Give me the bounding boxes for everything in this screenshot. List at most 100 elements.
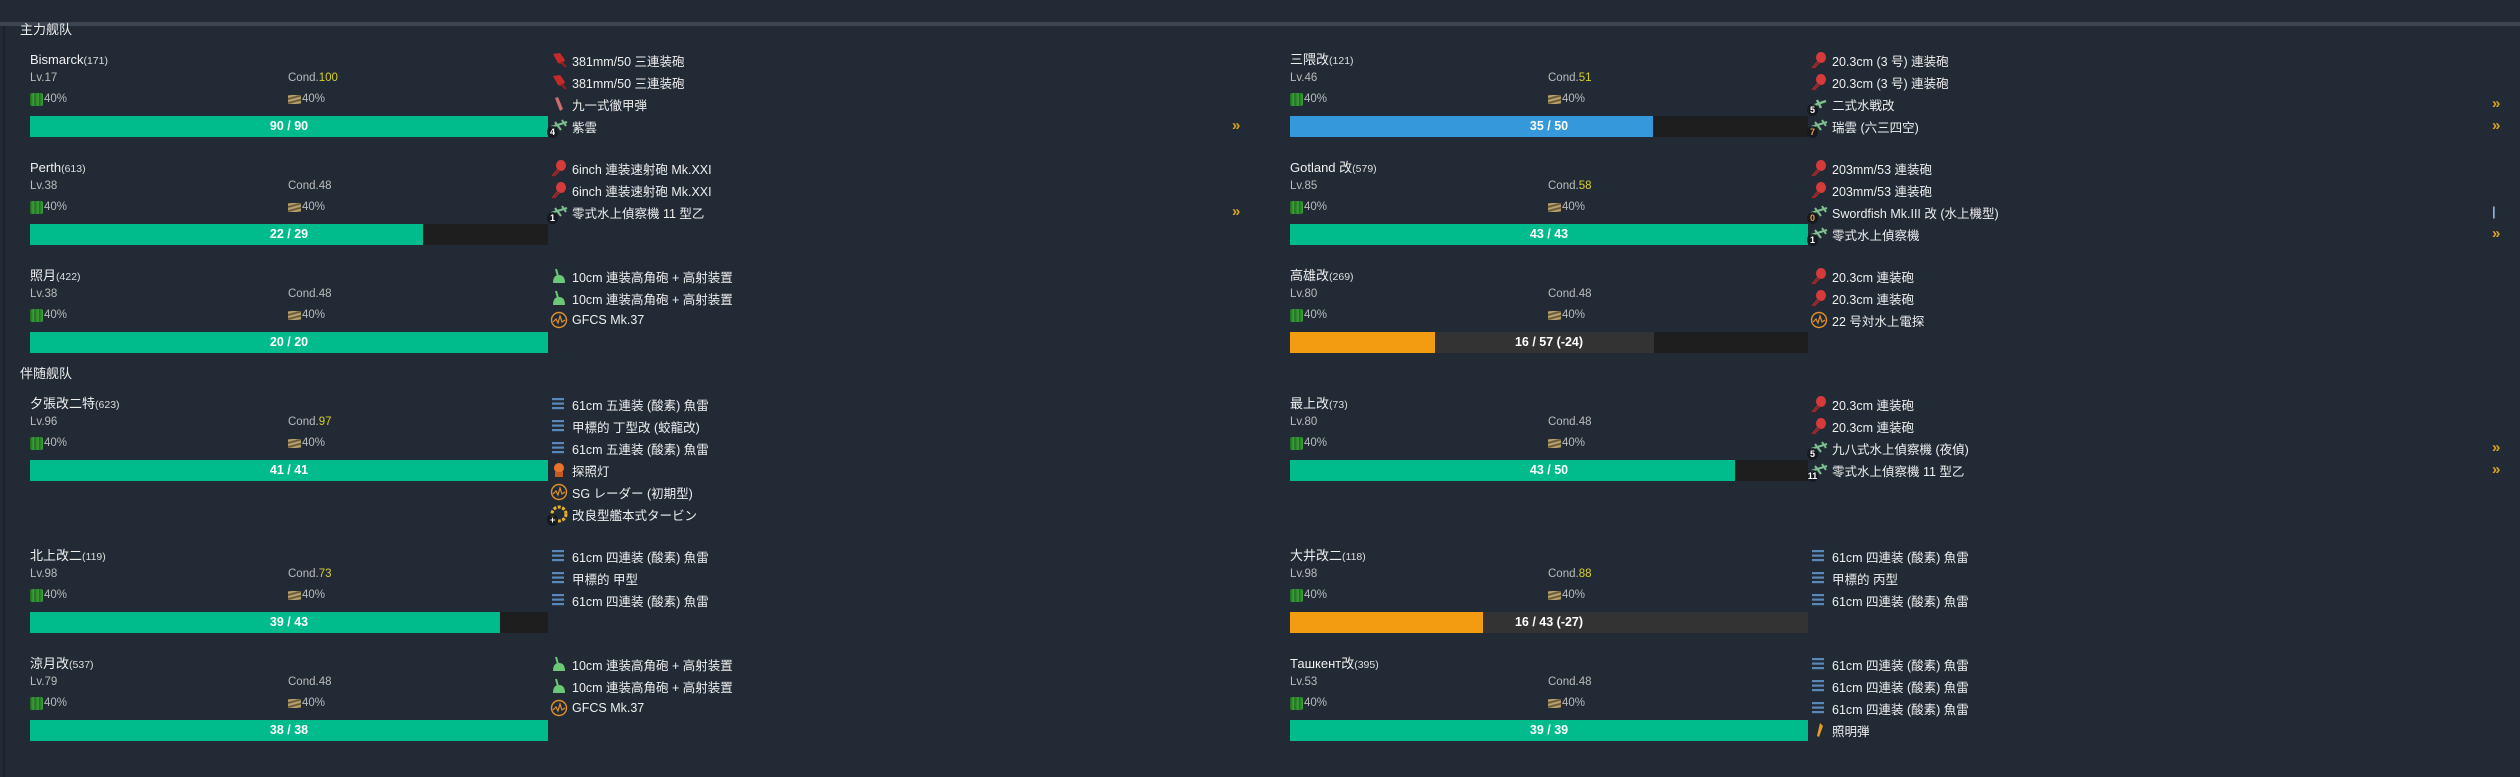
- proficiency-icon: »: [1232, 203, 1241, 220]
- equipment-item[interactable]: 10cm 連装高角砲 + 高射装置: [550, 287, 733, 309]
- fleet-row: Bismarck(171) Lv.17 Cond.100 40% 40% 90 / 90»…: [0, 49, 2520, 157]
- equipment-item[interactable]: SG レーダー (初期型): [550, 481, 709, 503]
- equipment-item[interactable]: 20.3cm 連装砲: [1810, 393, 1969, 415]
- ship-name-text: 涼月改: [30, 656, 70, 671]
- equipment-item[interactable]: 6inch 連装速射砲 Mk.XXI: [550, 157, 712, 179]
- equipment-item[interactable]: 20.3cm 連装砲: [1810, 287, 1924, 309]
- hp-bar: 43 / 43: [1290, 224, 1808, 245]
- torpedo-icon: [550, 591, 568, 609]
- ship-id: (537): [69, 659, 94, 671]
- equipment-name: 61cm 五連装 (酸素) 魚雷: [572, 442, 709, 457]
- equipment-name: 照明弾: [1832, 724, 1870, 739]
- medium-gun-icon: [1810, 267, 1828, 285]
- equipment-item[interactable]: 1 零式水上偵察機: [1807, 223, 1999, 246]
- ammo-icon: [1548, 438, 1561, 448]
- equipment-item[interactable]: 61cm 四連装 (酸素) 魚雷: [550, 589, 709, 611]
- equipment-list: 61cm 四連装 (酸素) 魚雷 甲標的 丙型 61cm 四連装 (酸素) 魚雷: [1810, 545, 1969, 611]
- equipment-item[interactable]: 61cm 四連装 (酸素) 魚雷: [1810, 545, 1969, 567]
- aa-gun-icon: [550, 677, 568, 695]
- equipment-item[interactable]: 0 Swordfish Mk.III 改 (水上機型): [1807, 201, 1999, 224]
- equipment-item[interactable]: 照明弾: [1810, 719, 1969, 741]
- cond-label: Cond.: [1548, 288, 1579, 300]
- cond-label: Cond.: [1548, 180, 1579, 192]
- fuel-value: 40%: [1304, 201, 1328, 213]
- equipment-item[interactable]: 203mm/53 連装砲: [1810, 179, 1999, 201]
- equipment-item[interactable]: 甲標的 丁型改 (蛟龍改): [550, 415, 709, 437]
- fuel-icon: [30, 308, 43, 322]
- equipment-item[interactable]: 381mm/50 三連装砲: [550, 49, 685, 71]
- fuel-icon: [30, 588, 43, 602]
- equipment-item[interactable]: 61cm 五連装 (酸素) 魚雷: [550, 437, 709, 459]
- hp-text: 20 / 20: [269, 335, 309, 349]
- ammo-status: 40%: [1548, 307, 1585, 323]
- equipment-item[interactable]: 10cm 連装高角砲 + 高射装置: [550, 653, 733, 675]
- equipment-item[interactable]: 61cm 四連装 (酸素) 魚雷: [550, 545, 709, 567]
- ship-level: Lv.46: [1290, 72, 1318, 84]
- equipment-item[interactable]: 20.3cm 連装砲: [1810, 415, 1969, 437]
- turbine-icon: +: [547, 505, 568, 526]
- equipment-item[interactable]: 1 零式水上偵察機 11 型乙: [547, 201, 712, 224]
- slot-count: +: [547, 514, 558, 526]
- equipment-item[interactable]: 10cm 連装高角砲 + 高射装置: [550, 675, 733, 697]
- equipment-item[interactable]: 61cm 四連装 (酸素) 魚雷: [1810, 653, 1969, 675]
- ammo-icon: [1548, 94, 1561, 104]
- equipment-item[interactable]: 探照灯: [550, 459, 709, 481]
- equipment-item[interactable]: 4 紫雲: [547, 115, 685, 138]
- equipment-item[interactable]: 61cm 四連装 (酸素) 魚雷: [1810, 589, 1969, 611]
- equipment-name: 203mm/53 連装砲: [1832, 162, 1933, 177]
- equipment-item[interactable]: 10cm 連装高角砲 + 高射装置: [550, 265, 733, 287]
- fuel-icon: [1290, 436, 1303, 450]
- equipment-item[interactable]: 九一式徹甲弾: [550, 93, 685, 115]
- hp-text: 43 / 43: [1529, 227, 1569, 241]
- equipment-item[interactable]: GFCS Mk.37: [550, 309, 733, 331]
- equipment-item[interactable]: 5 九八式水上偵察機 (夜偵): [1807, 437, 1969, 460]
- hp-bar: 20 / 20: [30, 332, 548, 353]
- equipment-item[interactable]: 甲標的 丙型: [1810, 567, 1969, 589]
- seaplane-icon: 4: [547, 117, 568, 138]
- fuel-status: 40%: [30, 695, 67, 711]
- ship-id: (171): [83, 55, 108, 67]
- equipment-item[interactable]: 22 号対水上電探: [1810, 309, 1924, 331]
- ship-condition: Cond.58: [1548, 179, 1591, 193]
- ship-level: Lv.38: [30, 288, 58, 300]
- ammo-status: 40%: [1548, 587, 1585, 603]
- hp-bar: 16 / 43 (-27): [1290, 612, 1808, 633]
- fleet-section: 伴随舰队 夕張改二特(623) Lv.96 Cond.97 40% 40% 41 / 41 6…: [0, 366, 2520, 761]
- fleet-title: 主力舰队: [20, 22, 73, 37]
- equipment-item[interactable]: 甲標的 甲型: [550, 567, 709, 589]
- equipment-item[interactable]: 61cm 四連装 (酸素) 魚雷: [1810, 675, 1969, 697]
- equipment-item[interactable]: 20.3cm 連装砲: [1810, 265, 1924, 287]
- equipment-item[interactable]: 203mm/53 連装砲: [1810, 157, 1999, 179]
- fuel-status: 40%: [1290, 435, 1327, 451]
- equipment-item[interactable]: GFCS Mk.37: [550, 697, 733, 719]
- ship-condition: Cond.48: [1548, 675, 1591, 689]
- equipment-item[interactable]: 61cm 五連装 (酸素) 魚雷: [550, 393, 709, 415]
- equipment-item[interactable]: 20.3cm (3 号) 連装砲: [1810, 71, 1949, 93]
- aa-gun-icon: [550, 267, 568, 285]
- ship-name-text: Gotland 改: [1290, 160, 1353, 175]
- equipment-item[interactable]: + 改良型艦本式タービン: [547, 503, 709, 526]
- cond-label: Cond.: [1548, 416, 1579, 428]
- equipment-item[interactable]: 11 零式水上偵察機 11 型乙: [1807, 459, 1969, 482]
- equipment-list: 20.3cm 連装砲 20.3cm 連装砲 5 九八式水上偵察機 (夜偵) 11 零式水上…: [1807, 393, 1969, 482]
- ship-id: (623): [95, 399, 120, 411]
- hp-bar: 22 / 29: [30, 224, 548, 245]
- radar-icon: [550, 483, 568, 501]
- equipment-item[interactable]: 7 瑞雲 (六三四空): [1807, 115, 1949, 138]
- equipment-name: 20.3cm 連装砲: [1832, 292, 1914, 307]
- equipment-name: 探照灯: [572, 464, 610, 479]
- ammo-icon: [1548, 698, 1561, 708]
- equipment-item[interactable]: 20.3cm (3 号) 連装砲: [1810, 49, 1949, 71]
- equipment-name: 6inch 連装速射砲 Mk.XXI: [572, 184, 712, 199]
- equipment-name: 10cm 連装高角砲 + 高射装置: [572, 270, 733, 285]
- equipment-item[interactable]: 5 二式水戦改: [1807, 93, 1949, 116]
- ship-id: (269): [1329, 271, 1354, 283]
- searchlight-icon: [550, 461, 568, 479]
- equipment-item[interactable]: 6inch 連装速射砲 Mk.XXI: [550, 179, 712, 201]
- hp-bar: 16 / 57 (-24): [1290, 332, 1808, 353]
- torpedo-icon: [1810, 569, 1828, 587]
- equipment-item[interactable]: 61cm 四連装 (酸素) 魚雷: [1810, 697, 1969, 719]
- ship-name-text: Bismarck: [30, 52, 84, 67]
- cond-label: Cond.: [1548, 676, 1579, 688]
- equipment-item[interactable]: 381mm/50 三連装砲: [550, 71, 685, 93]
